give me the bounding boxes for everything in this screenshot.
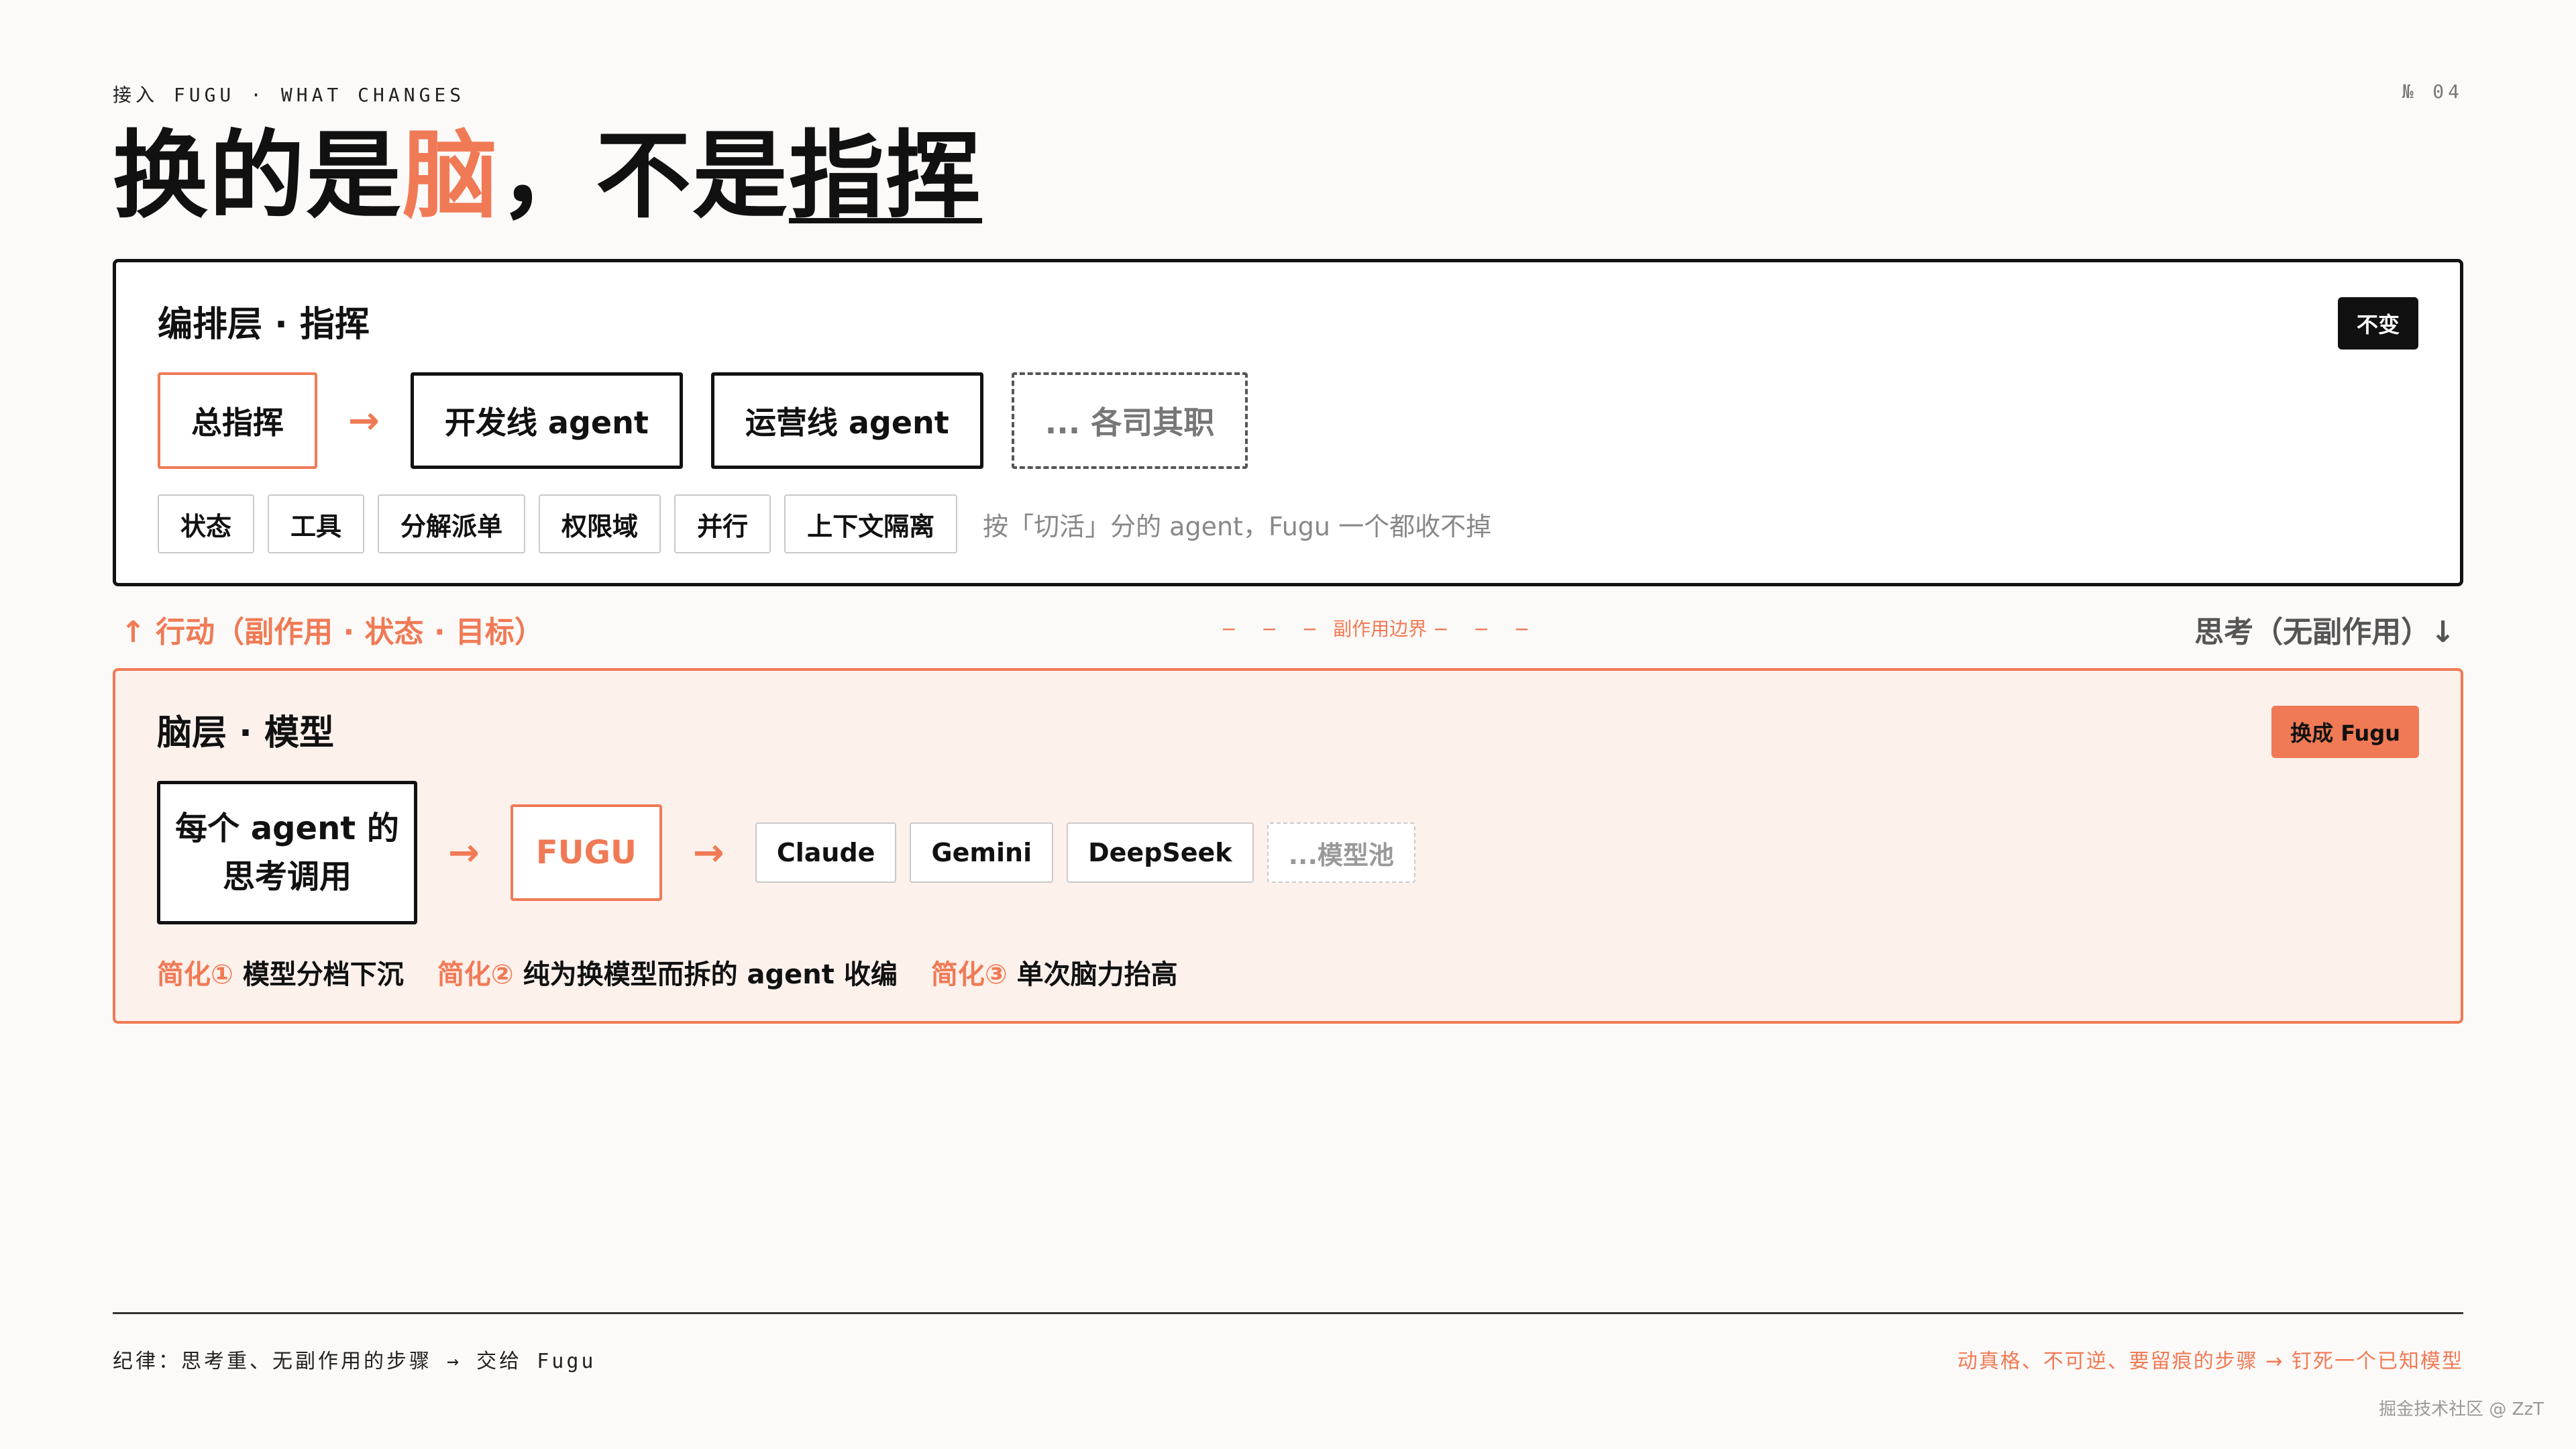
model-deepseek: DeepSeek [1067,822,1254,883]
kicker: 接入 FUGU · WHAT CHANGES [113,84,466,106]
simplification-1-label: 简化① [157,959,233,990]
commander-node: 总指挥 [158,372,317,469]
chip-tools: 工具 [268,494,365,553]
simplification-1: 简化① 模型分档下沉 [157,953,404,991]
capability-chips: 状态 工具 分解派单 权限域 并行 上下文隔离 按「切活」分的 agent，Fu… [158,494,1491,553]
simplification-3-text: 单次脑力抬高 [1016,959,1178,990]
agent-flow: 总指挥 → 开发线 agent 运营线 agent ... 各司其职 [158,372,1248,469]
footer-right-rule: 动真格、不可逆、要留痕的步骤 → 钉死一个已知模型 [1957,1350,2463,1373]
more-agents-node: ... 各司其职 [1011,372,1248,469]
dev-agent-node: 开发线 agent [410,372,683,469]
model-pool: ...模型池 [1267,822,1415,883]
arrow-right-icon: → [692,830,724,875]
page-title: 换的是脑，不是指挥 [113,126,982,226]
chip-parallel: 并行 [674,494,771,553]
watermark: 掘金技术社区 @ ZzT [2379,1399,2544,1419]
model-claude: Claude [755,822,897,883]
chip-dispatch: 分解派单 [378,494,526,553]
simplification-1-text: 模型分档下沉 [242,959,404,990]
orchestration-note: 按「切活」分的 agent，Fugu 一个都收不掉 [983,511,1492,541]
chip-permission: 权限域 [539,494,661,553]
unchanged-badge: 不变 [2337,297,2418,350]
page-number: № 04 [2402,80,2463,103]
footer-left-rule: 纪律：思考重、无副作用的步骤 → 交给 Fugu [113,1350,596,1373]
orchestration-panel: 编排层 · 指挥 不变 总指挥 → 开发线 agent 运营线 agent ..… [113,259,2463,586]
boundary-text: 副作用边界 [1333,618,1428,640]
boundary-label: − − − 副作用边界 − − − [1221,614,1539,641]
brain-panel: 脑层 · 模型 换成 Fugu 每个 agent 的 思考调用 → FUGU →… [113,668,2463,1024]
dash-left: − − − [1221,618,1328,640]
dash-right: − − − [1433,618,1540,640]
simplifications: 简化① 模型分档下沉 简化② 纯为换模型而拆的 agent 收编 简化③ 单次脑… [157,953,1212,991]
title-part1: 换的是 [113,121,402,231]
caller-line1: 每个 agent 的 [175,810,399,847]
chip-state: 状态 [158,494,255,553]
arrow-right-icon: → [348,398,380,443]
brain-title: 脑层 · 模型 [157,713,334,753]
simplification-3-label: 简化③ [930,959,1008,990]
agent-thinking-call-node: 每个 agent 的 思考调用 [157,781,417,924]
action-label: ↑ 行动（副作用 · 状态 · 目标） [121,615,544,649]
title-accent: 脑 [402,121,499,231]
chip-context-isolation: 上下文隔离 [784,494,958,553]
model-flow: 每个 agent 的 思考调用 → FUGU → Claude Gemini D… [157,781,1429,924]
caller-line2: 思考调用 [222,858,352,896]
arrow-right-icon: → [448,830,480,875]
footer-divider [113,1312,2463,1314]
simplification-2-text: 纯为换模型而拆的 agent 收编 [523,959,898,990]
side-effect-boundary: ↑ 行动（副作用 · 状态 · 目标） − − − 副作用边界 − − − 思考… [113,605,2463,652]
ops-agent-node: 运营线 agent [710,372,983,469]
thinking-label: 思考（无副作用）↓ [2194,615,2455,649]
fugu-node: FUGU [510,804,662,901]
title-underline: 指挥 [789,121,982,231]
simplification-2: 简化② 纯为换模型而拆的 agent 收编 [437,953,898,991]
simplification-3: 简化③ 单次脑力抬高 [931,953,1178,991]
model-gemini: Gemini [910,822,1054,883]
title-part2: ，不是 [499,121,789,231]
simplification-2-label: 简化② [437,959,514,990]
orchestration-title: 编排层 · 指挥 [158,305,370,345]
swap-badge: 换成 Fugu [2271,706,2419,758]
